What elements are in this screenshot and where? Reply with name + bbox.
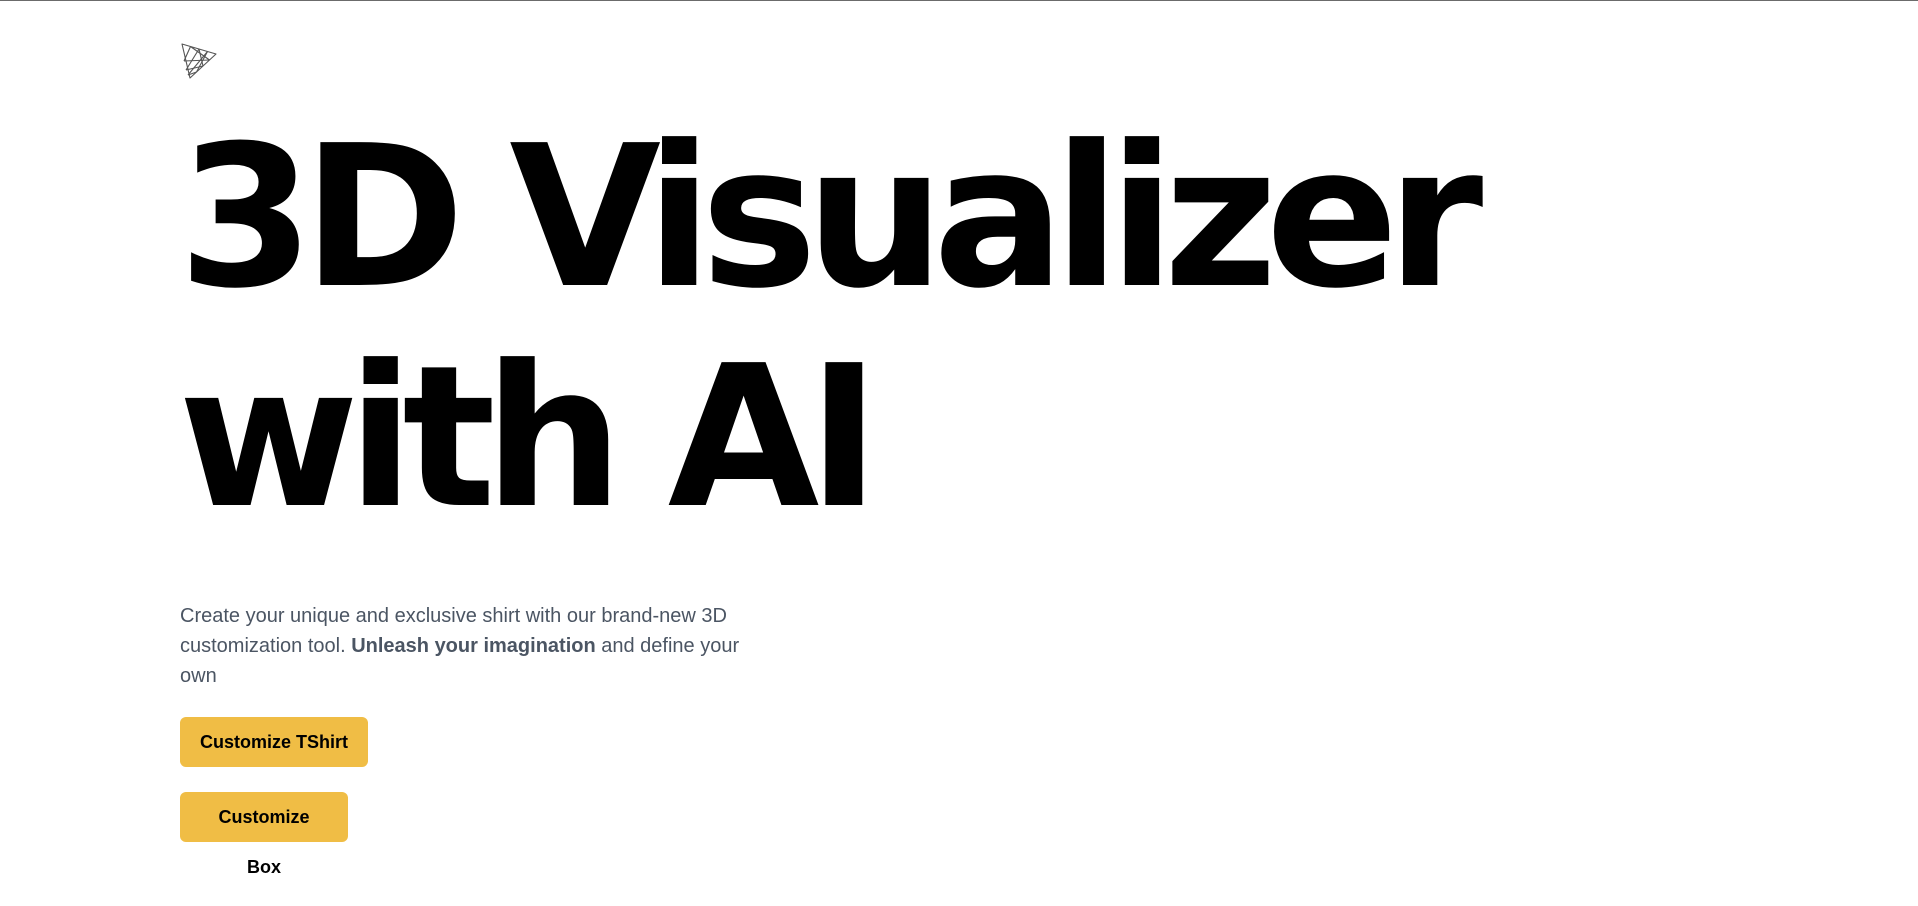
hero-title-line1: 3D Visualizer [178,104,1483,332]
top-border [0,0,1918,1]
description-emphasis: Unleash your imagination [351,635,596,657]
customize-tshirt-button[interactable]: Customize TShirt [180,717,368,767]
hero-description: Create your unique and exclusive shirt w… [180,601,750,691]
hero-title: 3D Visualizer with AI [178,104,1483,552]
hero-title-line2: with AI [178,324,880,552]
customize-box-button[interactable]: Customize Box [180,792,348,877]
threejs-logo-icon[interactable] [180,42,218,80]
